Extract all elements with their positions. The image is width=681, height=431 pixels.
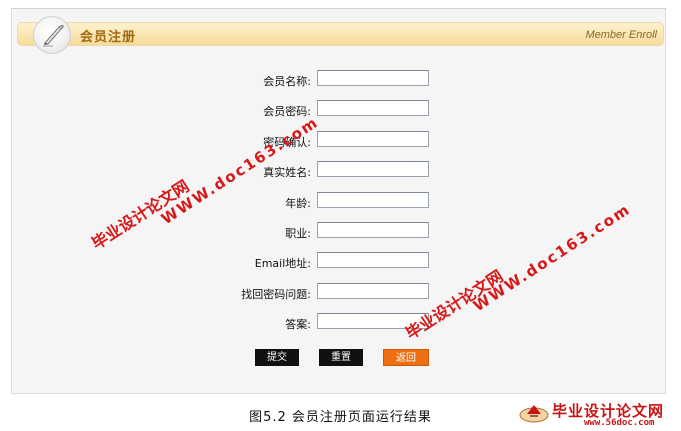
form-row-age: 年龄: (0, 192, 681, 212)
corner-logo-url: www.56doc.com (584, 418, 655, 428)
page-title: 会员注册 (80, 30, 137, 45)
page-subtitle: Member Enroll (585, 29, 657, 41)
security-question-input[interactable] (317, 283, 429, 299)
occupation-input[interactable] (317, 222, 429, 238)
member-name-input[interactable] (317, 70, 429, 86)
password-label: 会员密码: (263, 105, 311, 118)
email-label: Email地址: (254, 257, 311, 270)
answer-label: 答案: (285, 318, 311, 331)
password-confirm-input[interactable] (317, 131, 429, 147)
back-button[interactable]: 返回 (383, 349, 429, 366)
security-question-label: 找回密码问题: (241, 288, 311, 301)
form-row-member-name: 会员名称: (0, 70, 681, 90)
real-name-label: 真实姓名: (263, 166, 311, 179)
form-row-answer: 答案: (0, 313, 681, 333)
form-row-password: 会员密码: (0, 100, 681, 120)
occupation-label: 职业: (285, 227, 311, 240)
real-name-input[interactable] (317, 161, 429, 177)
reset-button[interactable]: 重置 (319, 349, 363, 366)
corner-logo-icon (518, 399, 550, 425)
form-row-email: Email地址: (0, 252, 681, 272)
form-row-security-question: 找回密码问题: (0, 283, 681, 303)
form-row-password-confirm: 密码确认: (0, 131, 681, 151)
form-row-real-name: 真实姓名: (0, 161, 681, 181)
age-label: 年龄: (285, 197, 311, 210)
age-input[interactable] (317, 192, 429, 208)
submit-button[interactable]: 提交 (255, 349, 299, 366)
member-name-label: 会员名称: (263, 75, 311, 88)
email-input[interactable] (317, 252, 429, 268)
password-input[interactable] (317, 100, 429, 116)
quill-logo-icon (33, 16, 71, 54)
